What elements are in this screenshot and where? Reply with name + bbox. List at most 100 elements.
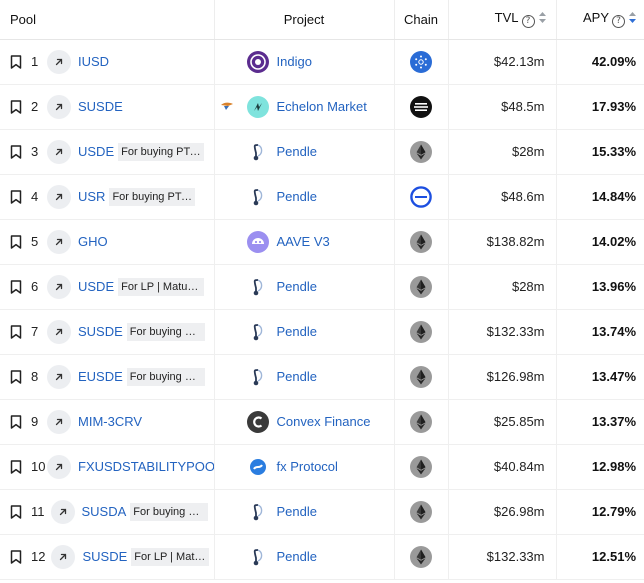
ethereum-icon[interactable] [410,545,432,568]
project-link[interactable]: Pendle [277,279,317,294]
row-rank: 4 [31,189,39,204]
tvl-value: $126.98m [448,354,557,400]
project-link[interactable]: Pendle [277,504,317,519]
pool-link[interactable]: FXUSDSTABILITYPOOL [78,459,213,474]
open-pool-button[interactable] [47,454,71,479]
open-pool-button[interactable] [50,499,75,524]
project-link[interactable]: Pendle [277,144,317,159]
pool-cell: 8 EUSDE For buying PT-EUSDE-29MAY2025 [0,354,215,400]
open-pool-button[interactable] [47,94,71,119]
chain-cell [394,489,449,535]
pool-link[interactable]: MIM-3CRV [78,414,142,429]
tvl-sort-icon[interactable] [538,12,546,24]
bookmark-icon[interactable] [10,324,22,339]
tvl-value: $48.5m [448,84,557,130]
chain-cell [394,39,449,85]
pool-tag: For buying PT-USDE-27MAR2025 [118,142,205,161]
ethereum-icon[interactable] [410,410,432,433]
bookmark-icon[interactable] [10,414,22,429]
project-link[interactable]: Pendle [277,549,317,564]
project-cell: Pendle [214,489,395,535]
ethereum-icon[interactable] [410,365,432,388]
column-header-apy-label: APY [582,10,609,26]
project-link[interactable]: AAVE V3 [277,234,330,249]
column-header-project: Project [214,0,395,40]
pendle-logo-icon [246,185,269,208]
column-header-project-label: Project [283,11,325,27]
ethereum-icon[interactable] [410,140,432,163]
open-pool-button[interactable] [47,184,71,209]
project-link[interactable]: Pendle [277,369,317,384]
project-cell: Pendle [214,129,395,175]
pool-link[interactable]: SUSDE [78,324,123,339]
project-link[interactable]: Indigo [277,54,312,69]
table-row: 7 SUSDE For buying PT-SUSDE-27MAR2025 Pe… [0,309,644,355]
base-icon[interactable] [410,185,432,208]
open-pool-button[interactable] [47,364,71,389]
bookmark-icon[interactable] [10,369,22,384]
column-header-apy[interactable]: APY? [556,0,644,40]
bookmark-icon[interactable] [10,549,22,564]
project-cell: Pendle [214,174,395,220]
pool-link[interactable]: SUSDA [82,504,127,519]
pool-link[interactable]: GHO [78,234,108,249]
open-pool-button[interactable] [47,319,71,344]
bookmark-icon[interactable] [10,504,22,519]
aptos-icon[interactable] [410,95,432,118]
open-pool-button[interactable] [47,409,71,434]
ethereum-icon[interactable] [410,230,432,253]
bookmark-icon[interactable] [10,279,22,294]
bookmark-icon[interactable] [10,54,22,69]
apy-help-icon[interactable]: ? [612,15,625,29]
pool-link[interactable]: USDE [78,279,114,294]
open-pool-button[interactable] [47,139,71,164]
ethereum-icon[interactable] [410,500,432,523]
pool-cell: 7 SUSDE For buying PT-SUSDE-27MAR2025 [0,309,215,355]
table-row: 5 GHO AAVE V3 $138.82m 14.02% [0,219,644,265]
bookmark-icon[interactable] [10,99,22,114]
ethereum-icon[interactable] [410,320,432,343]
table-body: 1 IUSD Indigo $42.13m 42.09% 2 SUSDE Ech… [0,39,644,580]
pool-link[interactable]: SUSDE [78,99,123,114]
project-link[interactable]: Pendle [277,189,317,204]
bookmark-icon[interactable] [10,459,22,474]
bookmark-icon[interactable] [10,189,22,204]
arrow-up-right-icon [55,463,63,470]
cardano-icon[interactable] [410,50,432,73]
project-link[interactable]: Convex Finance [277,414,371,429]
pool-link[interactable]: USDE [78,144,114,159]
column-header-tvl[interactable]: TVL? [448,0,557,40]
pool-link[interactable]: USR [78,189,105,204]
tvl-value: $25.85m [448,399,557,445]
pool-link[interactable]: IUSD [78,54,109,69]
apy-value: 13.47% [556,354,644,400]
pendle-logo-icon [246,275,269,298]
ethereum-icon[interactable] [410,275,432,298]
project-link[interactable]: fx Protocol [277,459,338,474]
open-pool-button[interactable] [47,229,71,254]
project-link[interactable]: Pendle [277,324,317,339]
aave-logo-icon [246,230,269,253]
pool-link[interactable]: EUSDE [78,369,123,384]
arrow-up-right-icon [60,553,67,560]
arrow-up-right-icon [55,238,63,245]
open-pool-button[interactable] [47,274,71,299]
pool-tag: For buying PT-USR-24APR2025 [109,187,196,206]
ethereum-icon[interactable] [410,455,432,478]
table-row: 10 FXUSDSTABILITYPOOL fx Protocol $40.84… [0,444,644,490]
apy-sort-icon[interactable] [629,12,636,24]
tvl-help-icon[interactable]: ? [521,15,535,29]
project-link[interactable]: Echelon Market [277,99,367,114]
pool-link[interactable]: SUSDE [82,549,127,564]
bookmark-icon[interactable] [10,144,22,159]
open-pool-button[interactable] [47,49,71,74]
arrow-up-right-icon [55,328,63,335]
open-pool-button[interactable] [51,544,76,569]
bookmark-icon[interactable] [10,234,22,249]
column-header-chain-label: Chain [404,11,438,27]
row-rank: 6 [31,279,39,294]
arrow-up-right-icon [55,58,63,65]
pool-cell: 9 MIM-3CRV [0,399,215,445]
pools-table: Pool Project Chain TVL? APY? 1 IUSD Indi… [0,0,644,580]
apy-value: 42.09% [556,39,644,85]
